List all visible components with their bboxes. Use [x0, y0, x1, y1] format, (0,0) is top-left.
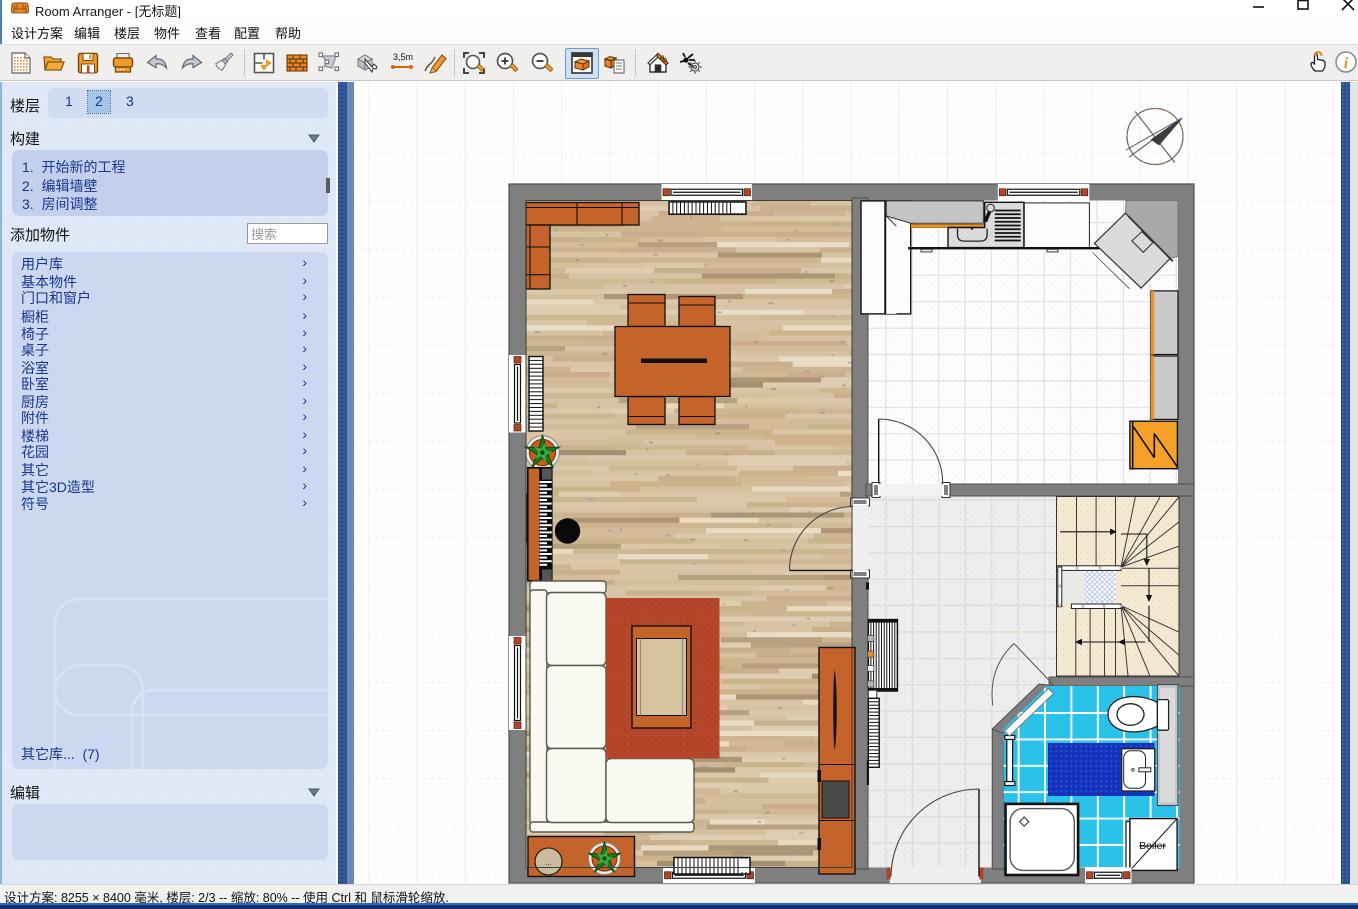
svg-text:i: i — [1344, 55, 1349, 72]
svg-text:3,5m: 3,5m — [393, 52, 413, 62]
svg-text:...: ... — [545, 858, 552, 867]
svg-text:Boiler: Boiler — [1139, 840, 1166, 852]
